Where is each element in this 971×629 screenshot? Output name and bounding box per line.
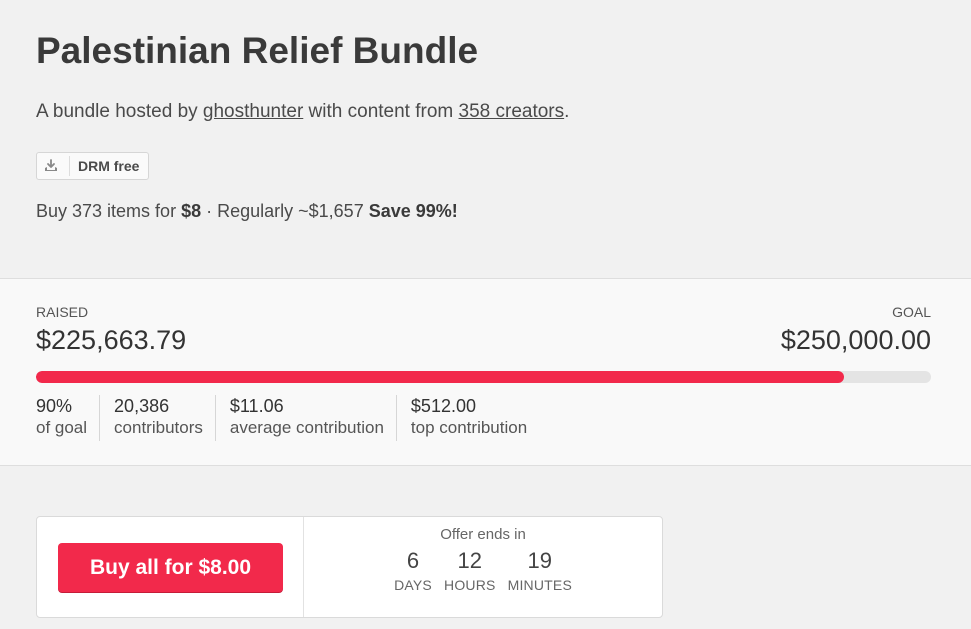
byline-mid: with content from	[303, 101, 459, 122]
goal-label: GOAL	[892, 304, 931, 320]
download-icon	[43, 156, 70, 176]
bundle-price: $8	[181, 201, 202, 221]
progress-bar-fill	[36, 371, 844, 383]
goal-amount: $250,000.00	[780, 325, 931, 355]
metric-value: 20,386	[114, 396, 170, 416]
drm-free-badge: DRM free	[36, 152, 150, 180]
metric-percent-of-goal: 90% of goal	[36, 395, 99, 441]
countdown-days: 6 DAYS	[394, 548, 432, 594]
metric-value: $512.00	[410, 396, 476, 416]
pricing-mid: · Regularly ~$1,657	[201, 201, 369, 221]
countdown-value: 6	[406, 548, 420, 573]
raised-label: RAISED	[36, 304, 89, 320]
countdown-unit: MINUTES	[507, 577, 572, 593]
metrics-row: 90% of goal 20,386 contributors $11.06 a…	[36, 395, 539, 441]
countdown-units: 6 DAYS 12 HOURS 19 MINUTES	[304, 548, 662, 594]
metric-value: 90%	[36, 396, 73, 416]
fundraising-stats: RAISED $225,663.79 GOAL $250,000.00 90% …	[0, 278, 971, 466]
buy-all-button[interactable]: Buy all for $8.00	[58, 543, 283, 592]
metric-top-contribution: $512.00 top contribution	[395, 395, 539, 441]
metric-label: of goal	[36, 418, 88, 437]
metric-contributors: 20,386 contributors	[99, 395, 215, 441]
metric-average-contribution: $11.06 average contribution	[214, 395, 396, 441]
pricing-summary: Buy 373 items for $8 · Regularly ~$1,657…	[36, 201, 458, 222]
countdown-hours: 12 HOURS	[444, 548, 496, 594]
raised-amount: $225,663.79	[36, 325, 187, 355]
bundle-byline: A bundle hosted by ghosthunter with cont…	[36, 101, 569, 123]
metric-value: $11.06	[229, 396, 284, 416]
purchase-box: Buy all for $8.00 Offer ends in 6 DAYS 1…	[36, 516, 663, 618]
page-title: Palestinian Relief Bundle	[36, 30, 479, 71]
countdown-unit: HOURS	[444, 577, 496, 593]
offer-countdown: Offer ends in 6 DAYS 12 HOURS 19 MINUTES	[304, 517, 662, 617]
countdown-unit: DAYS	[394, 577, 432, 593]
byline-prefix: A bundle hosted by	[36, 101, 203, 122]
countdown-label: Offer ends in	[440, 526, 526, 543]
host-link[interactable]: ghosthunter	[203, 101, 303, 122]
drm-label: DRM free	[78, 158, 140, 174]
savings-text: Save 99%!	[368, 201, 458, 221]
pricing-prefix: Buy 373 items for	[36, 201, 182, 221]
creators-link[interactable]: 358 creators	[459, 101, 565, 122]
metric-label: average contribution	[229, 418, 384, 437]
metric-label: contributors	[114, 418, 203, 437]
countdown-value: 19	[527, 548, 553, 573]
countdown-minutes: 19 MINUTES	[507, 548, 572, 594]
byline-suffix: .	[564, 101, 570, 122]
metric-label: top contribution	[410, 418, 528, 437]
countdown-value: 12	[457, 548, 483, 573]
progress-bar	[36, 371, 931, 383]
